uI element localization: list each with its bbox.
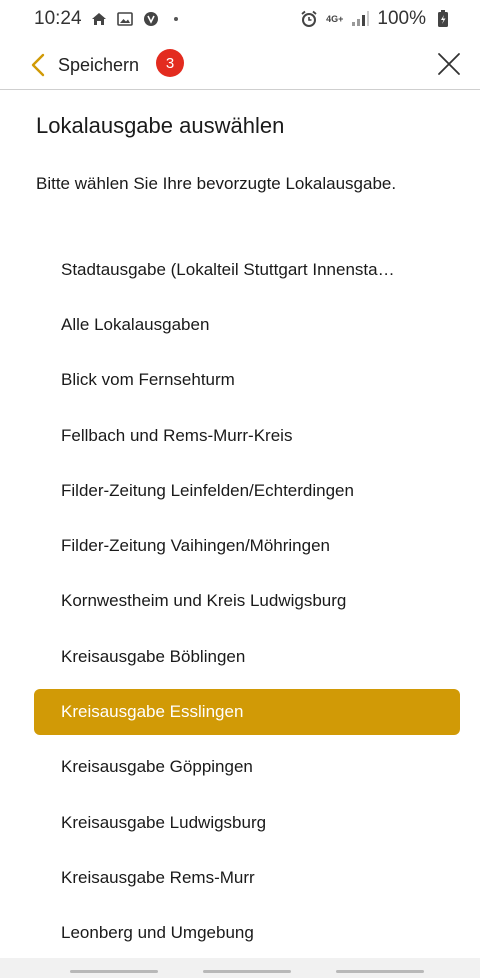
edition-item-selected[interactable]: Kreisausgabe Esslingen (34, 688, 460, 735)
edition-item[interactable]: Kornwestheim und Kreis Ludwigsburg (34, 574, 460, 629)
recent-apps-button[interactable] (70, 970, 158, 973)
status-time: 10:24 (34, 8, 82, 29)
home-icon (90, 10, 108, 28)
edition-item[interactable]: Kreisausgabe Göppingen (34, 740, 460, 795)
edition-item[interactable]: Fellbach und Rems-Murr-Kreis (34, 408, 460, 463)
back-label: Speichern (58, 54, 140, 75)
notification-badge: 3 (156, 49, 184, 77)
navigation-bar (0, 958, 480, 978)
alarm-icon (300, 10, 318, 28)
back-button[interactable]: Speichern (30, 48, 139, 82)
page-title: Lokalausgabe auswählen (36, 113, 285, 138)
edition-item[interactable]: Stadtausgabe (Lokalteil Stuttgart Innens… (34, 242, 460, 297)
close-button[interactable] (436, 51, 462, 77)
chevron-left-icon (31, 53, 45, 77)
battery-level: 100% (377, 8, 426, 29)
edition-item[interactable]: Kreisausgabe Ludwigsburg (34, 795, 460, 850)
back-nav-button[interactable] (336, 970, 424, 973)
status-bar: 10:24 4G+ 100% (0, 0, 480, 38)
header: Speichern 3 (0, 40, 480, 90)
edition-item[interactable]: Leonberg und Umgebung (34, 905, 460, 960)
edition-list: Stadtausgabe (Lokalteil Stuttgart Innens… (34, 242, 460, 961)
vpn-icon (142, 10, 160, 28)
edition-item[interactable]: Kreisausgabe Rems-Murr (34, 850, 460, 905)
battery-icon (434, 10, 452, 28)
status-left: 10:24 (34, 8, 178, 30)
signal-icon (351, 10, 370, 28)
status-dot (173, 17, 178, 21)
network-label: 4G+ (326, 13, 344, 24)
home-button[interactable] (203, 970, 291, 973)
page-subtitle: Bitte wählen Sie Ihre bevorzugte Lokalau… (36, 174, 397, 193)
edition-item[interactable]: Filder-Zeitung Vaihingen/Möhringen (34, 518, 460, 573)
image-icon (116, 10, 134, 28)
edition-item[interactable]: Kreisausgabe Böblingen (34, 629, 460, 684)
status-right: 4G+ 100% (300, 8, 452, 30)
close-icon (438, 53, 460, 75)
edition-item[interactable]: Blick vom Fernsehturm (34, 353, 460, 408)
edition-item[interactable]: Filder-Zeitung Leinfelden/Echterdingen (34, 463, 460, 518)
edition-item[interactable]: Alle Lokalausgaben (34, 297, 460, 352)
